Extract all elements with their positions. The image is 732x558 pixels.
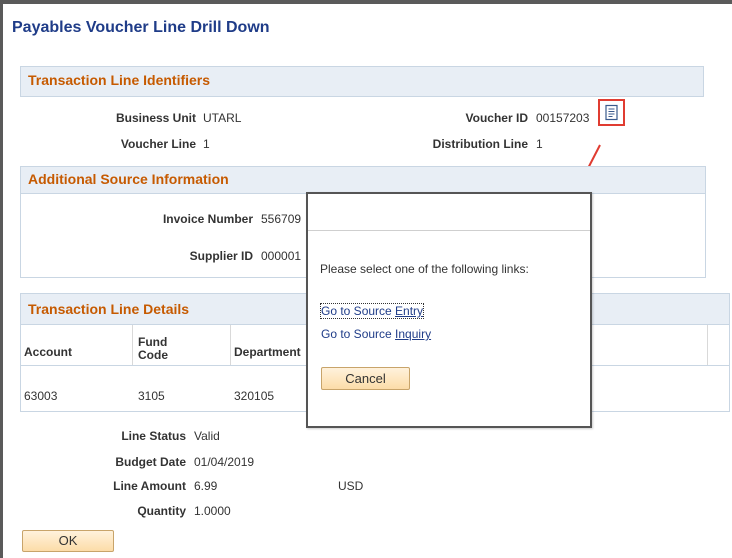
source-info-section-header: Additional Source Information [20, 166, 706, 194]
popup-title-bar [308, 194, 590, 231]
line-status-value: Valid [194, 429, 220, 443]
business-unit-value: UTARL [203, 111, 242, 125]
voucher-id-value: 00157203 [536, 111, 590, 125]
voucher-id-label: Voucher ID [465, 111, 528, 125]
column-divider [230, 325, 231, 365]
go-to-source-inquiry-link[interactable]: Go to Source Inquiry [321, 327, 431, 341]
document-drill-icon[interactable] [603, 104, 620, 121]
budget-date-label: Budget Date [115, 455, 186, 469]
business-unit-label: Business Unit [115, 111, 196, 125]
voucher-line-value: 1 [203, 137, 210, 151]
go-to-source-entry-link[interactable]: Go to Source Entry [319, 303, 425, 319]
column-header-account: Account [24, 345, 72, 359]
popup-prompt: Please select one of the following links… [320, 262, 529, 276]
voucher-line-label: Voucher Line [120, 137, 196, 151]
line-status-label: Line Status [121, 429, 186, 443]
source-links-popup: Please select one of the following links… [306, 192, 592, 428]
account-cell: 63003 [24, 389, 58, 403]
column-header-fund-code: Fund Code [138, 335, 168, 362]
link-text: Go to Source [321, 304, 396, 318]
link-underlined-text: Entry [395, 304, 424, 318]
page-title: Payables Voucher Line Drill Down [12, 19, 270, 36]
window-frame-top [0, 0, 732, 4]
link-text: Go to Source [321, 327, 396, 341]
supplier-id-label: Supplier ID [189, 249, 253, 263]
column-divider [707, 325, 708, 365]
line-amount-label: Line Amount [113, 479, 186, 493]
quantity-value: 1.0000 [194, 504, 231, 518]
column-divider [132, 325, 133, 365]
supplier-id-value: 000001 [261, 249, 302, 263]
cancel-button[interactable]: Cancel [321, 367, 410, 390]
column-header-department: Department [234, 345, 301, 359]
currency-value: USD [338, 479, 364, 493]
quantity-label: Quantity [137, 504, 186, 518]
window-frame-left [0, 0, 3, 558]
budget-date-value: 01/04/2019 [194, 455, 255, 469]
identifiers-section-header: Transaction Line Identifiers [20, 66, 704, 97]
ok-button[interactable]: OK [22, 530, 114, 552]
distribution-line-label: Distribution Line [432, 137, 528, 151]
invoice-number-label: Invoice Number [162, 212, 253, 226]
line-amount-value: 6.99 [194, 479, 218, 493]
link-underlined-text: Inquiry [395, 327, 432, 341]
distribution-line-value: 1 [536, 137, 543, 151]
fund-code-cell: 3105 [138, 389, 165, 403]
invoice-number-value: 556709 [261, 212, 302, 226]
department-cell: 320105 [234, 389, 275, 403]
